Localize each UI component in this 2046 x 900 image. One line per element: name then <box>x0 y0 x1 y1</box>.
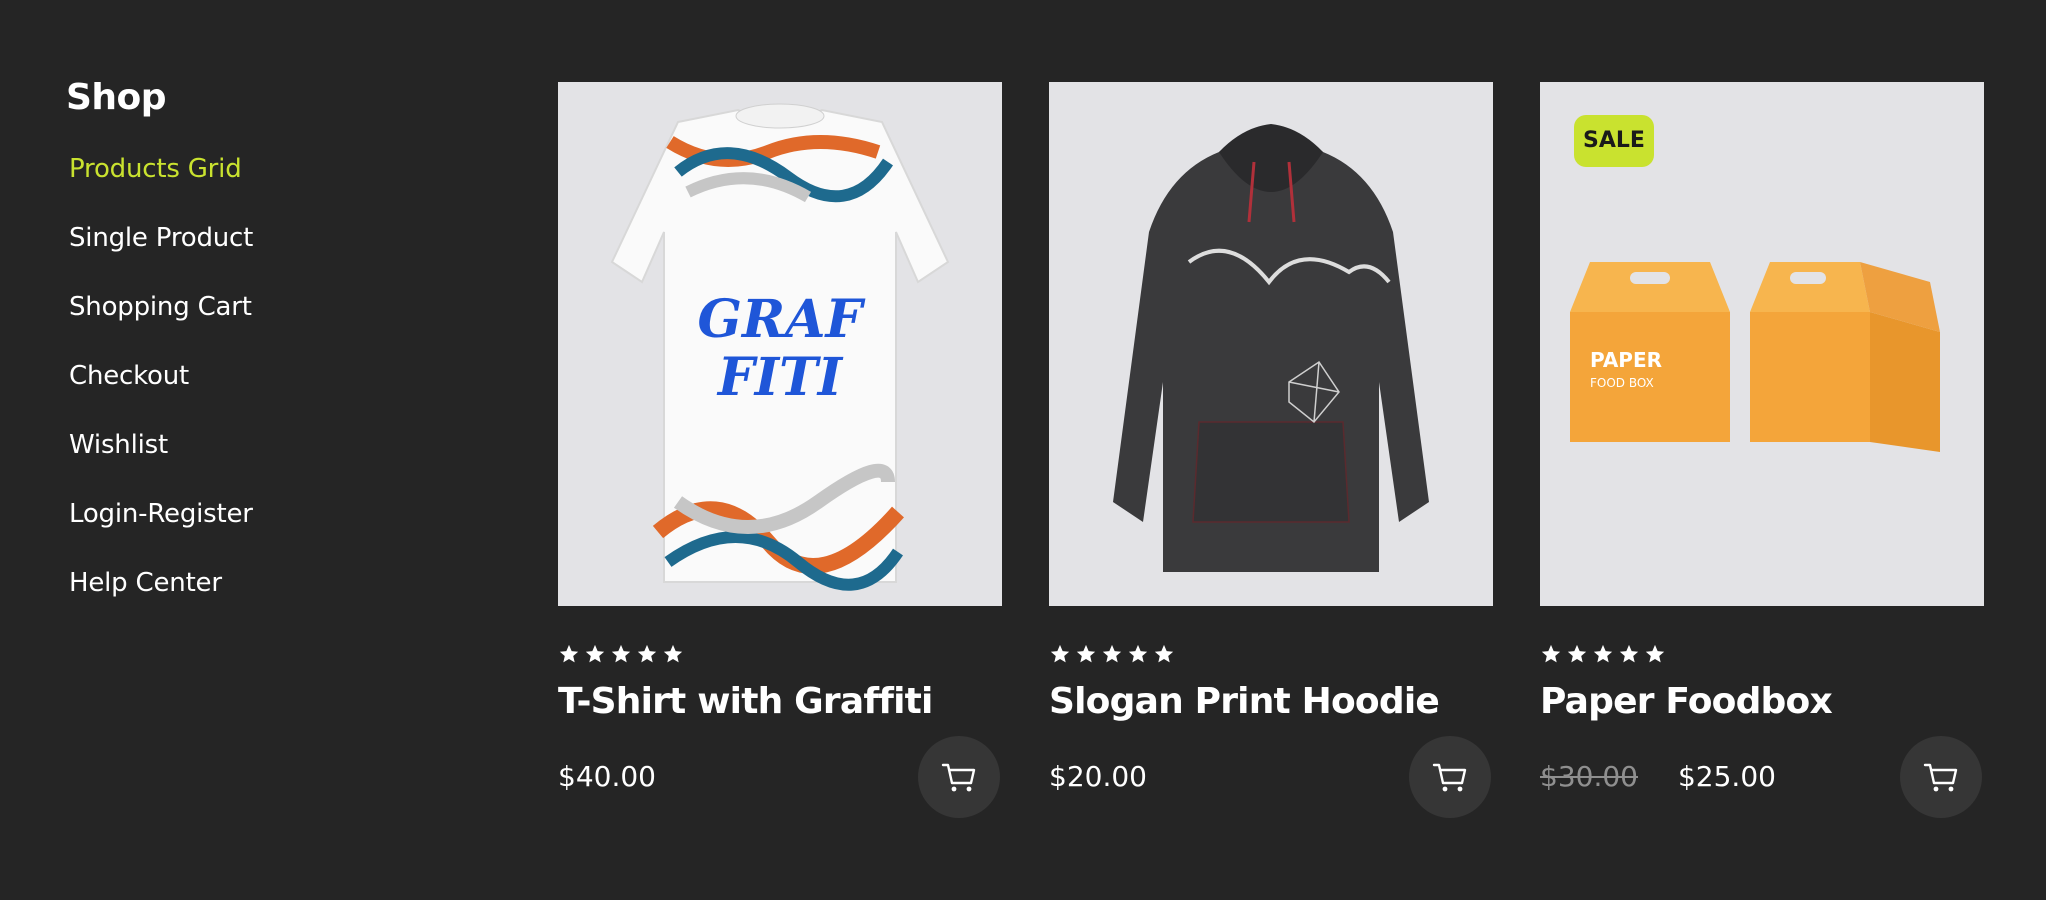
product-price: $40.00 <box>558 760 656 793</box>
rating-stars <box>558 643 688 669</box>
product-image-link[interactable]: GRAF FITI <box>558 82 1002 606</box>
sale-badge: SALE <box>1574 115 1654 167</box>
product-card: GRAF FITI T-Shirt with Graffiti $40.00 <box>558 82 1002 822</box>
product-name[interactable]: T-Shirt with Graffiti <box>558 680 1002 724</box>
sidebar-item-single-product[interactable]: Single Product <box>69 221 366 255</box>
sidebar-item-shopping-cart[interactable]: Shopping Cart <box>69 290 366 324</box>
star-icon <box>1101 643 1126 668</box>
sidebar-title: Shop <box>66 77 167 118</box>
hoodie-image <box>1049 82 1493 606</box>
sidebar-nav: Products Grid Single Product Shopping Ca… <box>69 152 366 600</box>
star-icon <box>1075 643 1100 668</box>
cart-icon <box>1432 763 1467 792</box>
star-icon <box>1049 643 1074 668</box>
sidebar-item-wishlist[interactable]: Wishlist <box>69 428 366 462</box>
tshirt-graffiti-image: GRAF FITI <box>558 82 1002 606</box>
sidebar-item-help-center[interactable]: Help Center <box>69 566 366 600</box>
price-row: $30.00 $25.00 <box>1540 754 1776 800</box>
star-icon <box>1592 643 1617 668</box>
star-icon <box>584 643 609 668</box>
star-icon <box>1618 643 1643 668</box>
rating-stars <box>1540 643 1670 669</box>
star-icon <box>1127 643 1152 668</box>
product-card: PAPER FOOD BOX SALE Paper Foodbox $30.00… <box>1540 82 1984 822</box>
star-icon <box>1644 643 1669 668</box>
star-icon <box>1540 643 1565 668</box>
add-to-cart-button[interactable] <box>1409 736 1491 818</box>
cart-icon <box>941 763 976 792</box>
product-price: $25.00 <box>1677 760 1776 793</box>
add-to-cart-button[interactable] <box>918 736 1000 818</box>
product-name[interactable]: Slogan Print Hoodie <box>1049 680 1493 724</box>
star-icon <box>636 643 661 668</box>
star-icon <box>1566 643 1591 668</box>
rating-stars <box>1049 643 1179 669</box>
price-row: $20.00 <box>1049 754 1147 800</box>
product-image-link[interactable]: PAPER FOOD BOX SALE <box>1540 82 1984 606</box>
product-image-link[interactable] <box>1049 82 1493 606</box>
cart-icon <box>1923 763 1958 792</box>
tshirt-graffiti-label: GRAF FITI <box>698 289 866 408</box>
sidebar: Shop Products Grid Single Product Shoppi… <box>66 76 366 635</box>
price-row: $40.00 <box>558 754 656 800</box>
sidebar-item-products-grid[interactable]: Products Grid <box>69 152 366 186</box>
product-card: Slogan Print Hoodie $20.00 <box>1049 82 1493 822</box>
star-icon <box>610 643 635 668</box>
product-old-price: $30.00 <box>1540 760 1638 793</box>
foodbox-label-2: FOOD BOX <box>1590 376 1654 390</box>
star-icon <box>1153 643 1178 668</box>
add-to-cart-button[interactable] <box>1900 736 1982 818</box>
product-price: $20.00 <box>1049 760 1147 793</box>
sidebar-item-checkout[interactable]: Checkout <box>69 359 366 393</box>
product-name[interactable]: Paper Foodbox <box>1540 680 1984 724</box>
sidebar-item-login-register[interactable]: Login-Register <box>69 497 366 531</box>
star-icon <box>662 643 687 668</box>
foodbox-label-1: PAPER <box>1590 348 1662 372</box>
star-icon <box>558 643 583 668</box>
